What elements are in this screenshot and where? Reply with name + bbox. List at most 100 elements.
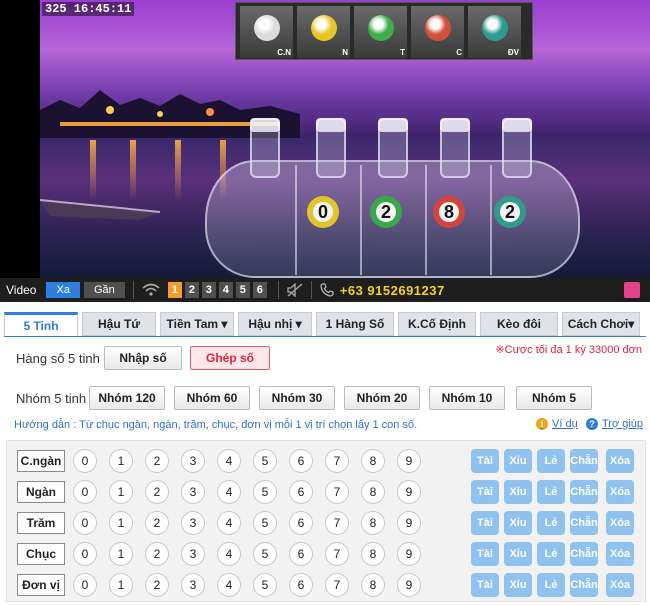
quick-xoa-button[interactable]: Xóa <box>606 511 634 535</box>
camera-thumb-dv[interactable]: ĐV <box>468 6 521 58</box>
digit-ball-3[interactable]: 3 <box>181 511 205 535</box>
quick-xiu-button[interactable]: Xỉu <box>504 511 532 535</box>
digit-ball-0[interactable]: 0 <box>73 542 97 566</box>
digit-ball-2[interactable]: 2 <box>145 573 169 597</box>
group-5-button[interactable]: Nhóm 5 <box>516 386 592 410</box>
digit-ball-9[interactable]: 9 <box>397 573 421 597</box>
group-20-button[interactable]: Nhóm 20 <box>344 386 420 410</box>
digit-ball-4[interactable]: 4 <box>217 449 241 473</box>
digit-ball-3[interactable]: 3 <box>181 480 205 504</box>
digit-ball-4[interactable]: 4 <box>217 480 241 504</box>
quick-chan-button[interactable]: Chẵn <box>570 480 598 504</box>
digit-ball-4[interactable]: 4 <box>217 573 241 597</box>
digit-ball-7[interactable]: 7 <box>325 449 349 473</box>
stats-icon[interactable] <box>624 282 640 298</box>
quick-tai-button[interactable]: Tài <box>471 480 499 504</box>
digit-ball-8[interactable]: 8 <box>361 511 385 535</box>
quick-xoa-button[interactable]: Xóa <box>606 449 634 473</box>
digit-ball-8[interactable]: 8 <box>361 573 385 597</box>
group-120-button[interactable]: Nhóm 120 <box>89 386 165 410</box>
digit-ball-5[interactable]: 5 <box>253 573 277 597</box>
quick-tai-button[interactable]: Tài <box>471 542 499 566</box>
digit-ball-2[interactable]: 2 <box>145 511 169 535</box>
row-position-label[interactable]: Trăm <box>17 512 65 534</box>
quick-xiu-button[interactable]: Xỉu <box>504 449 532 473</box>
channel-1[interactable]: 1 <box>167 282 182 298</box>
row-position-label[interactable]: C.ngàn <box>17 450 65 472</box>
row-position-label[interactable]: Đơn vị <box>17 574 65 596</box>
row-position-label[interactable]: Chục <box>17 543 65 565</box>
tab-tien-tam[interactable]: Tiền Tam ▾ <box>160 312 234 336</box>
view-far-button[interactable]: Xa <box>46 282 80 298</box>
quick-xiu-button[interactable]: Xỉu <box>504 542 532 566</box>
quick-tai-button[interactable]: Tài <box>471 449 499 473</box>
digit-ball-7[interactable]: 7 <box>325 480 349 504</box>
channel-5[interactable]: 5 <box>235 282 250 298</box>
tab-hau-tu[interactable]: Hậu Tứ <box>82 312 156 336</box>
camera-thumb-cn[interactable]: C.N <box>240 6 293 58</box>
tab-5-tinh[interactable]: 5 Tinh <box>4 312 78 336</box>
digit-ball-6[interactable]: 6 <box>289 573 313 597</box>
quick-xoa-button[interactable]: Xóa <box>606 480 634 504</box>
tab-hau-nhi[interactable]: Hậu nhị ▾ <box>238 312 312 336</box>
digit-ball-1[interactable]: 1 <box>109 480 133 504</box>
quick-chan-button[interactable]: Chẵn <box>570 511 598 535</box>
quick-xoa-button[interactable]: Xóa <box>606 542 634 566</box>
quick-xiu-button[interactable]: Xỉu <box>504 573 532 597</box>
digit-ball-8[interactable]: 8 <box>361 480 385 504</box>
digit-ball-4[interactable]: 4 <box>217 511 241 535</box>
digit-ball-3[interactable]: 3 <box>181 449 205 473</box>
digit-ball-4[interactable]: 4 <box>217 542 241 566</box>
quick-tai-button[interactable]: Tài <box>471 511 499 535</box>
digit-ball-9[interactable]: 9 <box>397 511 421 535</box>
digit-ball-5[interactable]: 5 <box>253 542 277 566</box>
group-60-button[interactable]: Nhóm 60 <box>174 386 250 410</box>
digit-ball-2[interactable]: 2 <box>145 449 169 473</box>
tab-1-hang-so[interactable]: 1 Hàng Số <box>316 312 394 336</box>
quick-le-button[interactable]: Lẻ <box>537 542 565 566</box>
quick-chan-button[interactable]: Chẵn <box>570 449 598 473</box>
digit-ball-9[interactable]: 9 <box>397 480 421 504</box>
digit-ball-0[interactable]: 0 <box>73 449 97 473</box>
digit-ball-3[interactable]: 3 <box>181 573 205 597</box>
input-numbers-button[interactable]: Nhập số <box>104 346 182 370</box>
digit-ball-2[interactable]: 2 <box>145 480 169 504</box>
quick-le-button[interactable]: Lẻ <box>537 573 565 597</box>
combine-numbers-button[interactable]: Ghép số <box>190 346 270 370</box>
digit-ball-1[interactable]: 1 <box>109 511 133 535</box>
digit-ball-2[interactable]: 2 <box>145 542 169 566</box>
quick-le-button[interactable]: Lẻ <box>537 449 565 473</box>
group-10-button[interactable]: Nhóm 10 <box>429 386 505 410</box>
mute-icon[interactable] <box>287 283 303 297</box>
digit-ball-0[interactable]: 0 <box>73 480 97 504</box>
digit-ball-1[interactable]: 1 <box>109 573 133 597</box>
quick-xoa-button[interactable]: Xóa <box>606 573 634 597</box>
digit-ball-8[interactable]: 8 <box>361 542 385 566</box>
channel-6[interactable]: 6 <box>252 282 267 298</box>
channel-3[interactable]: 3 <box>201 282 216 298</box>
quick-xiu-button[interactable]: Xỉu <box>504 480 532 504</box>
digit-ball-7[interactable]: 7 <box>325 542 349 566</box>
digit-ball-0[interactable]: 0 <box>73 573 97 597</box>
quick-chan-button[interactable]: Chẵn <box>570 573 598 597</box>
digit-ball-5[interactable]: 5 <box>253 449 277 473</box>
help-link[interactable]: ? Trợ giúp <box>586 418 643 430</box>
tab-k-co-dinh[interactable]: K.Cố Định <box>398 312 476 336</box>
digit-ball-9[interactable]: 9 <box>397 542 421 566</box>
camera-thumb-t[interactable]: T <box>354 6 407 58</box>
digit-ball-7[interactable]: 7 <box>325 573 349 597</box>
digit-ball-1[interactable]: 1 <box>109 542 133 566</box>
quick-tai-button[interactable]: Tài <box>471 573 499 597</box>
tab-keo-doi[interactable]: Kèo đôi <box>480 312 558 336</box>
group-30-button[interactable]: Nhóm 30 <box>259 386 335 410</box>
quick-chan-button[interactable]: Chẵn <box>570 542 598 566</box>
digit-ball-8[interactable]: 8 <box>361 449 385 473</box>
digit-ball-3[interactable]: 3 <box>181 542 205 566</box>
row-position-label[interactable]: Ngàn <box>17 481 65 503</box>
digit-ball-6[interactable]: 6 <box>289 480 313 504</box>
digit-ball-5[interactable]: 5 <box>253 480 277 504</box>
example-link[interactable]: i Ví dụ <box>536 418 578 430</box>
digit-ball-1[interactable]: 1 <box>109 449 133 473</box>
channel-2[interactable]: 2 <box>184 282 199 298</box>
camera-thumb-c[interactable]: C <box>411 6 464 58</box>
